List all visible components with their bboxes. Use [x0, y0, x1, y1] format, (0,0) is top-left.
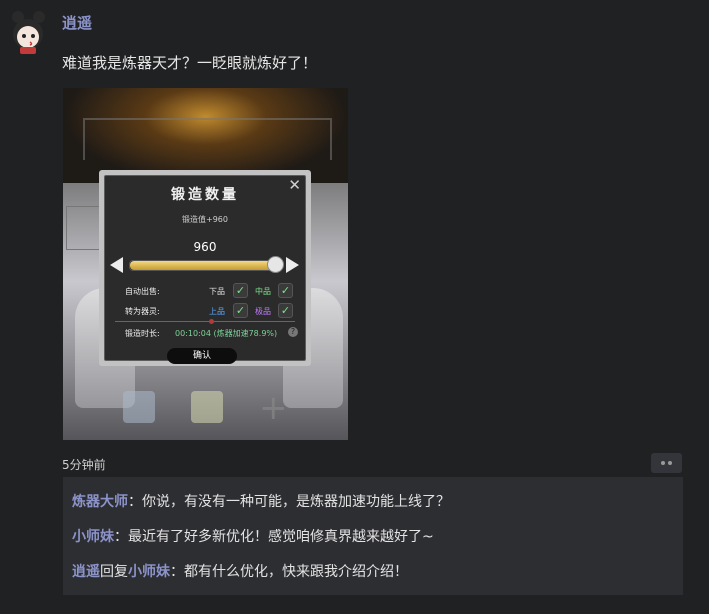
- check-icon: ✓: [233, 303, 248, 318]
- reply-target[interactable]: 小师妹: [128, 564, 170, 580]
- convert-label: 转为器灵:: [125, 307, 160, 316]
- comment-text: ：都有什么优化，快来跟我介绍介绍！: [170, 564, 408, 580]
- quantity-slider: [129, 260, 281, 271]
- more-icon: [668, 461, 672, 465]
- comment-list: 炼器大师：你说，有没有一种可能，是炼器加速功能上线了？ 小师妹：最近有了好多新优…: [63, 477, 683, 595]
- comment-author[interactable]: 逍遥: [72, 564, 100, 580]
- reply-word: 回复: [100, 564, 128, 580]
- check-icon: ✓: [278, 303, 293, 318]
- scene-ornament: [83, 118, 332, 160]
- comment-text: ：最近有了好多新优化！感觉咱修真界越来越好了~: [114, 529, 434, 545]
- comment-item[interactable]: 逍遥回复小师妹：都有什么优化，快来跟我介绍介绍！: [72, 561, 408, 581]
- check-icon: ✓: [233, 283, 248, 298]
- option-mid-grade: 中品: [255, 287, 271, 296]
- dialog-title: 锻造数量: [171, 187, 239, 203]
- slider-fill: [130, 261, 277, 270]
- arrow-left-icon: [110, 257, 123, 273]
- post-text: 难道我是炼器天才？一眨眼就炼好了！: [62, 54, 318, 72]
- post-timestamp: 5分钟前: [62, 458, 106, 472]
- plus-icon: +: [259, 388, 288, 428]
- option-top-grade: 极品: [255, 307, 271, 316]
- avatar-icon: [12, 11, 45, 54]
- post-image[interactable]: ✕ 锻造数量 锻造值+960 960 自动出售: 下品 ✓ 中品 ✓ 转为器灵:…: [63, 88, 348, 440]
- more-icon: [661, 461, 665, 465]
- item-slot-icon: [191, 391, 223, 423]
- check-icon: ✓: [278, 283, 293, 298]
- comment-author[interactable]: 小师妹: [72, 529, 114, 545]
- avatar[interactable]: [6, 8, 50, 54]
- comment-item[interactable]: 小师妹：最近有了好多新优化！感觉咱修真界越来越好了~: [72, 526, 434, 546]
- divider-marker: [209, 319, 214, 324]
- more-button[interactable]: [651, 453, 682, 473]
- option-low-grade: 下品: [209, 287, 225, 296]
- comment-author[interactable]: 炼器大师: [72, 494, 128, 510]
- help-icon: ?: [288, 327, 298, 337]
- slider-handle: [267, 256, 284, 273]
- duration-value: 00:10:04 (炼器加速78.9%): [175, 329, 278, 338]
- arrow-right-icon: [286, 257, 299, 273]
- auto-sell-label: 自动出售:: [125, 287, 160, 296]
- quantity-value: 960: [193, 240, 217, 254]
- confirm-button: 确认: [167, 348, 237, 364]
- forge-value-label: 锻造值+960: [182, 215, 228, 224]
- comment-text: ：你说，有没有一种可能，是炼器加速功能上线了？: [128, 494, 450, 510]
- item-slot-icon: [123, 391, 155, 423]
- divider: [115, 321, 295, 322]
- option-high-grade: 上品: [209, 307, 225, 316]
- duration-label: 锻造时长:: [125, 329, 160, 338]
- post-username[interactable]: 逍遥: [62, 12, 92, 33]
- forge-quantity-dialog: ✕ 锻造数量 锻造值+960 960 自动出售: 下品 ✓ 中品 ✓ 转为器灵:…: [99, 170, 311, 366]
- comment-item[interactable]: 炼器大师：你说，有没有一种可能，是炼器加速功能上线了？: [72, 491, 450, 511]
